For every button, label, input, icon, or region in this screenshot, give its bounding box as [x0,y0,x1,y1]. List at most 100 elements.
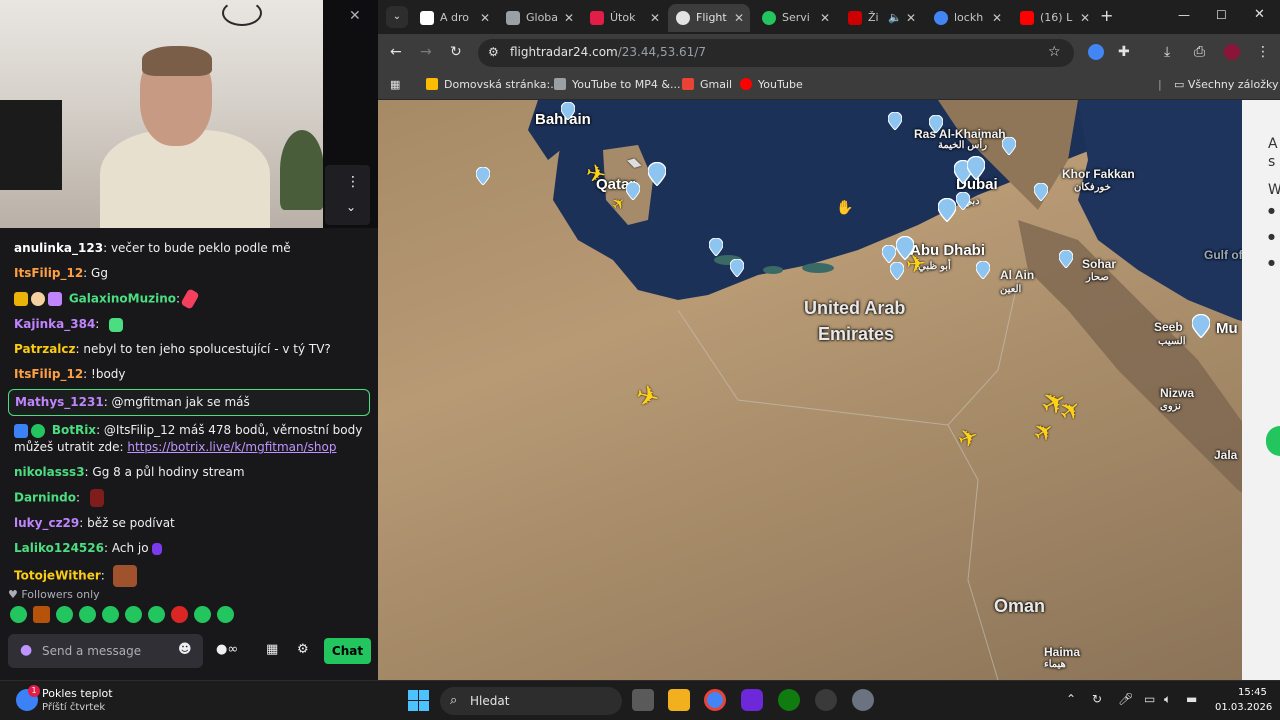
app-icon[interactable] [815,689,837,711]
emote-quick-item[interactable] [79,606,96,623]
airport-pin-icon[interactable] [730,259,744,277]
file-explorer-icon[interactable] [668,689,690,711]
emoji-icon[interactable]: ☻ [178,642,192,657]
emote-quick-item[interactable] [194,606,211,623]
airport-pin-icon[interactable] [648,162,666,186]
maximize-icon[interactable]: ☐ [1216,8,1227,22]
airport-pin-icon[interactable] [956,192,970,210]
airport-pin-icon[interactable] [709,238,723,256]
airport-pin-icon[interactable] [626,182,640,200]
audio-icon[interactable]: 🔈 [888,4,902,32]
microphone-icon[interactable]: ● [20,642,32,658]
chat-username[interactable]: Patrzalcz [14,342,76,356]
browser-menu-icon[interactable]: ⋮ [1256,44,1270,60]
airport-pin-icon[interactable] [476,167,490,185]
close-icon[interactable]: ✕ [349,8,361,24]
emote-quick-item[interactable] [217,606,234,623]
more-options-icon[interactable]: ⋮ [346,174,360,190]
airport-pin-icon[interactable] [1034,183,1048,201]
airport-pin-icon[interactable] [888,112,902,130]
site-info-icon[interactable]: ⚙ [488,45,499,59]
settings-app-icon[interactable] [852,689,874,711]
clock-time[interactable]: 15:45 [1238,687,1267,698]
chat-username[interactable]: Kajinka_384 [14,317,95,331]
airport-pin-icon[interactable] [976,261,990,279]
close-tab-icon[interactable]: ✕ [734,4,744,32]
airport-pin-icon[interactable] [1192,314,1210,338]
chat-username[interactable]: ItsFilip_12 [14,367,83,381]
chat-username[interactable]: BotRix [52,423,96,437]
aircraft-icon[interactable]: ✈ [905,249,927,279]
windows-start-icon[interactable] [408,690,430,712]
chat-username[interactable]: nikolasss3 [14,465,85,479]
emote-quick-item[interactable] [33,606,50,623]
tab[interactable]: lockh ✕ [926,4,1008,32]
chat-username[interactable]: Mathys_1231 [15,395,104,409]
close-tab-icon[interactable]: ✕ [992,4,1002,32]
tab-active[interactable]: Flight ✕ [668,4,750,32]
tab-search-icon[interactable]: ⌄ [386,6,408,28]
bookmark-item[interactable]: YouTube [740,78,803,91]
chat-username[interactable]: Laliko124526 [14,541,104,555]
reload-icon[interactable]: ↻ [450,44,462,60]
new-tab-icon[interactable]: + [1100,6,1113,25]
airport-pin-icon[interactable] [967,156,985,180]
close-tab-icon[interactable]: ✕ [1080,4,1090,32]
chat-send-button[interactable]: Chat [324,638,371,664]
emote-quick-item[interactable] [125,606,142,623]
close-tab-icon[interactable]: ✕ [906,4,916,32]
xbox-icon[interactable] [778,689,800,711]
chat-username[interactable]: anulinka_123 [14,241,103,255]
airport-pin-icon[interactable] [938,198,956,222]
forward-arrow-icon[interactable]: → [420,44,432,60]
airport-pin-icon[interactable] [1059,250,1073,268]
airport-pin-icon[interactable] [1002,137,1016,155]
address-bar[interactable]: ⚙ flightradar24.com/23.44,53.61/7 ☆ [478,39,1074,67]
download-icon[interactable]: ⤓ [1164,44,1170,60]
chevron-up-icon[interactable]: ⌃ [1066,692,1076,706]
close-tab-icon[interactable]: ✕ [480,4,490,32]
chrome-icon[interactable] [704,689,726,711]
emote-quick-item[interactable] [171,606,188,623]
network-icon[interactable]: ▭ [1144,692,1155,706]
channel-points-icon[interactable]: ●∞ [216,642,238,657]
airport-pin-icon[interactable] [890,262,904,280]
chat-username[interactable]: TotojeWither [14,569,101,583]
url-text[interactable]: flightradar24.com/23.44,53.61/7 [510,45,706,59]
tab[interactable]: Globa ✕ [498,4,580,32]
chat-link[interactable]: https://botrix.live/k/mgfitman/shop [127,440,336,454]
chat-username[interactable]: ItsFilip_12 [14,266,83,280]
airport-pin-icon[interactable] [882,245,896,263]
airport-pin-icon[interactable] [561,102,575,120]
emote-quick-item[interactable] [102,606,119,623]
minimize-icon[interactable]: — [1178,8,1190,22]
side-panel-toggle[interactable] [1266,426,1280,456]
chevron-down-icon[interactable]: ⌄ [346,200,356,214]
back-arrow-icon[interactable]: ← [390,44,402,60]
bookmark-star-icon[interactable]: ☆ [1048,44,1061,60]
flight-map[interactable]: Bahrain Qatar Ras Al-Khaimah رأس الخيمة … [378,100,1280,680]
close-tab-icon[interactable]: ✕ [564,4,574,32]
all-bookmarks[interactable]: ▭ Všechny záložky [1174,78,1278,91]
chat-username[interactable]: GalaxinoMuzino [69,292,176,306]
profile-avatar[interactable] [1224,44,1240,60]
bookmark-item[interactable]: YouTube to MP4 &... [554,78,680,91]
task-view-icon[interactable] [632,689,654,711]
webcam-video[interactable] [0,0,323,228]
bookmark-item[interactable]: Gmail [682,78,732,91]
weather-title[interactable]: Pokles teplot [42,687,113,700]
clock-date[interactable]: 01.03.2026 [1215,702,1272,713]
bookmark-item[interactable]: Domovská stránka:... [426,78,561,91]
chat-input[interactable] [42,640,172,662]
cast-icon[interactable]: ⎙ [1194,44,1205,60]
emote-quick-item[interactable] [56,606,73,623]
emote-quick-item[interactable] [10,606,27,623]
volume-icon[interactable]: 🔈︎ [1164,692,1171,707]
airport-pin-icon[interactable] [929,115,943,133]
store-icon[interactable]: ▦ [266,642,278,657]
tab[interactable]: (16) L ✕ [1012,4,1096,32]
chat-username[interactable]: luky_cz29 [14,516,79,530]
tab[interactable]: Servi ✕ [754,4,836,32]
battery-icon[interactable]: ▬ [1186,692,1197,706]
close-tab-icon[interactable]: ✕ [650,4,660,32]
